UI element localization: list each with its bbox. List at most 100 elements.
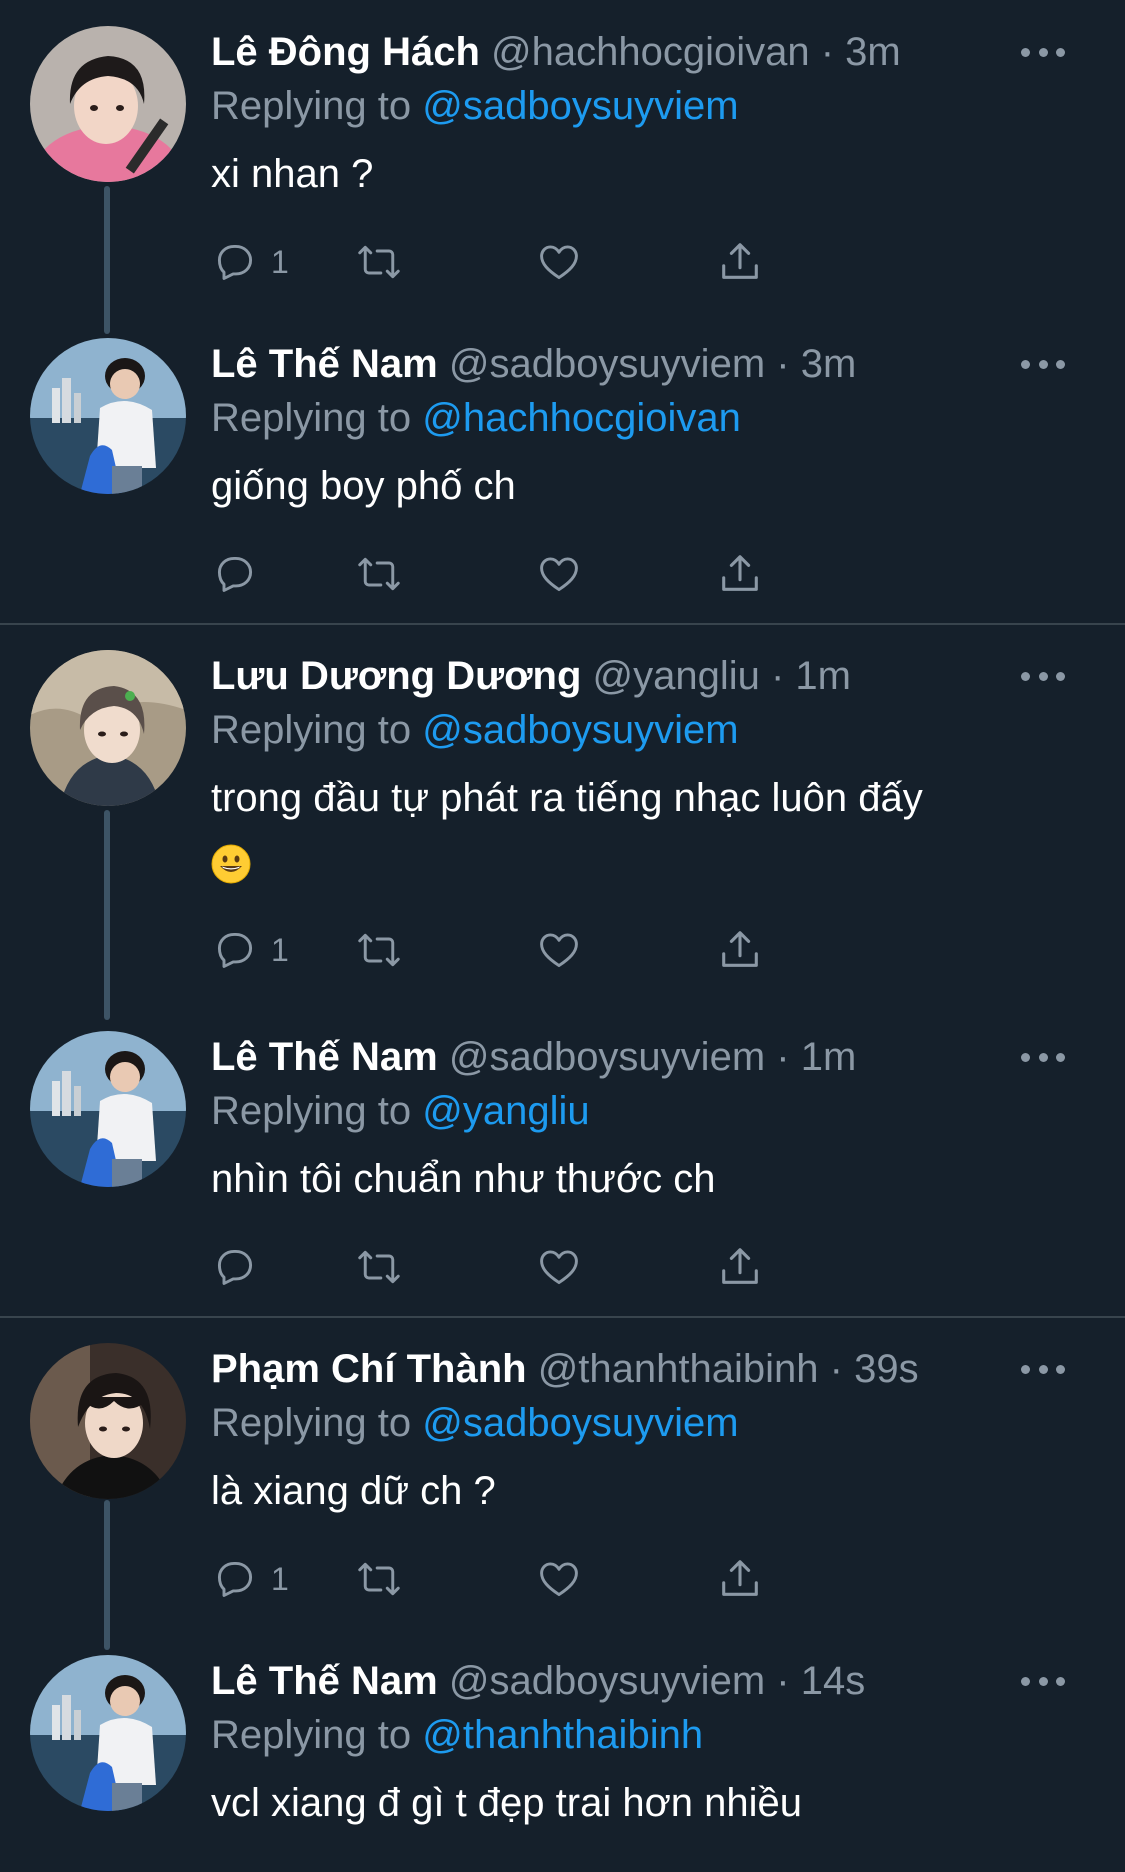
more-options-icon[interactable] [1021,1671,1065,1691]
reply-icon [217,244,253,280]
share-button[interactable] [717,237,763,287]
avatar[interactable] [30,1343,186,1499]
more-options-icon[interactable] [1021,42,1065,62]
reply-button[interactable]: 1 [213,237,289,287]
share-button[interactable] [717,925,763,975]
retweet-button[interactable] [355,1554,403,1604]
tweet-header: Phạm Chí Thành @thanhthaibinh · 39s [211,1341,985,1397]
retweet-button[interactable] [355,1242,403,1292]
like-button[interactable] [536,1554,582,1604]
avatar[interactable] [30,650,186,806]
handle[interactable]: @sadboysuyviem [449,1035,765,1079]
retweet-icon [358,557,400,591]
retweet-button[interactable] [355,925,403,975]
replying-to-label: Replying to [211,396,412,440]
tweet-actions: 1 [211,1554,931,1604]
replying-to: Replying to @sadboysuyviem [211,1397,739,1449]
handle[interactable]: @sadboysuyviem [449,342,765,386]
like-button[interactable] [536,1242,582,1292]
tweet-header: Lưu Dương Dương @yangliu · 1m [211,648,985,704]
replying-to: Replying to @hachhocgioivan [211,392,741,444]
tweet-actions: 1 [211,925,931,975]
share-icon [722,1248,758,1284]
more-options-icon[interactable] [1021,1047,1065,1067]
like-button[interactable] [536,925,582,975]
mention-link[interactable]: @sadboysuyviem [422,84,738,128]
reply-button[interactable]: 1 [213,1554,289,1604]
replying-to-label: Replying to [211,84,412,128]
display-name[interactable]: Lưu Dương Dương [211,654,581,698]
display-name[interactable]: Lê Thế Nam [211,1035,438,1079]
grinning-face-emoji [211,844,251,884]
mention-link[interactable]: @yangliu [422,1089,589,1133]
heart-icon [540,557,578,592]
heart-icon [540,1562,578,1597]
retweet-icon [358,1562,400,1596]
thread-connector-line [104,186,110,334]
more-options-icon[interactable] [1021,354,1065,374]
reply-icon [217,1249,253,1285]
tweet-header: Lê Thế Nam @sadboysuyviem · 14s [211,1653,985,1709]
conversation-divider [0,1316,1125,1318]
replying-to-label: Replying to [211,708,412,752]
timestamp[interactable]: · 14s [776,1659,865,1703]
avatar[interactable] [30,26,186,182]
retweet-icon [358,1250,400,1284]
timestamp[interactable]: · 3m [821,30,901,74]
display-name[interactable]: Phạm Chí Thành [211,1347,527,1391]
handle[interactable]: @sadboysuyviem [449,1659,765,1703]
conversation-divider [0,623,1125,625]
mention-link[interactable]: @sadboysuyviem [422,1401,738,1445]
display-name[interactable]: Lê Thế Nam [211,342,438,386]
mention-link[interactable]: @sadboysuyviem [422,708,738,752]
tweet-actions [211,1242,931,1292]
share-button[interactable] [717,549,763,599]
more-options-icon[interactable] [1021,1359,1065,1379]
replying-to: Replying to @yangliu [211,1085,590,1137]
tweet-text: trong đầu tự phát ra tiếng nhạc luôn đấy [211,765,1065,897]
avatar[interactable] [30,1655,186,1811]
mention-link[interactable]: @hachhocgioivan [422,396,741,440]
display-name[interactable]: Lê Đông Hách [211,30,480,74]
heart-icon [540,933,578,968]
reply-button[interactable] [213,549,271,599]
reply-count: 1 [271,931,289,968]
reply-button[interactable] [213,1242,271,1292]
tweet-text: giống boy phố ch [211,464,516,508]
reply-count: 1 [271,1560,289,1597]
share-icon [722,243,758,279]
reply-icon [217,932,253,968]
share-button[interactable] [717,1554,763,1604]
timestamp[interactable]: · 1m [771,654,851,698]
mention-link[interactable]: @thanhthaibinh [422,1713,703,1757]
tweet-text: nhìn tôi chuẩn như thước ch [211,1157,716,1201]
timestamp[interactable]: · 39s [830,1347,919,1391]
tweet-actions: 1 [211,237,931,287]
timestamp[interactable]: · 3m [776,342,856,386]
reply-button[interactable] [213,1864,271,1872]
retweet-button[interactable] [355,237,403,287]
replying-to: Replying to @thanhthaibinh [211,1709,703,1761]
reply-icon [217,556,253,592]
share-button[interactable] [717,1242,763,1292]
retweet-icon [358,933,400,967]
tweet-text: vcl xiang đ gì t đẹp trai hơn nhiều [211,1781,803,1825]
more-options-icon[interactable] [1021,666,1065,686]
avatar[interactable] [30,338,186,494]
tweet-header: Lê Thế Nam @sadboysuyviem · 1m [211,1029,985,1085]
display-name[interactable]: Lê Thế Nam [211,1659,438,1703]
handle[interactable]: @yangliu [593,654,760,698]
like-button[interactable] [536,237,582,287]
replying-to-label: Replying to [211,1713,412,1757]
avatar[interactable] [30,1031,186,1187]
handle[interactable]: @thanhthaibinh [538,1347,819,1391]
tweet-text-line: trong đầu tự phát ra tiếng nhạc luôn đấy [211,776,923,820]
like-button[interactable] [536,1864,582,1872]
reply-button[interactable]: 1 [213,925,289,975]
like-button[interactable] [536,549,582,599]
heart-icon [540,245,578,280]
retweet-button[interactable] [355,549,403,599]
reply-icon [217,1561,253,1597]
timestamp[interactable]: · 1m [776,1035,856,1079]
handle[interactable]: @hachhocgioivan [491,30,810,74]
